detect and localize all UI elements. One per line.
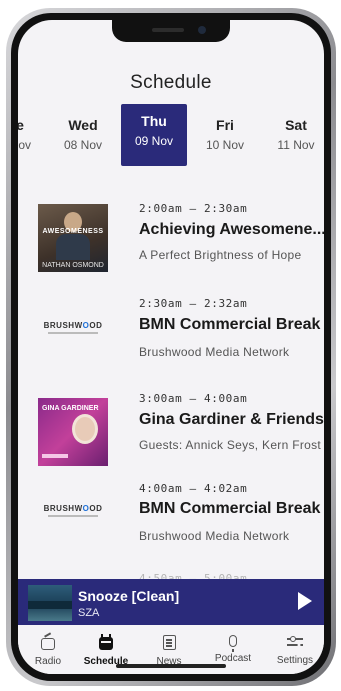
show-subtitle: Guests: Annick Seys, Kern Frost xyxy=(139,438,322,452)
show-time: 2:00am – 2:30am xyxy=(139,202,248,215)
show-time: 3:00am – 4:00am xyxy=(139,392,248,405)
thumbnail-caption: GINA GARDINER xyxy=(42,405,99,412)
show-subtitle: A Perfect Brightness of Hope xyxy=(139,248,302,262)
thumbnail-caption: NATHAN OSMOND xyxy=(42,262,104,269)
camera-icon xyxy=(198,26,206,34)
show-thumbnail: BRUSHWOOD xyxy=(38,293,108,361)
day-tab-sat[interactable]: Sat 11 Nov xyxy=(263,108,324,168)
show-title: Achieving Awesomene... xyxy=(139,221,324,238)
tab-label: Podcast xyxy=(214,653,252,664)
day-date: 09 Nov xyxy=(134,134,174,148)
day-date: 08 Nov xyxy=(63,138,103,152)
show-thumbnail: GINA GARDINER xyxy=(38,398,108,466)
calendar-icon xyxy=(99,634,113,650)
sliders-icon xyxy=(287,635,303,649)
phone-bezel: Schedule Tue 07 Nov Wed 08 Nov Thu 09 No… xyxy=(11,13,331,681)
day-name: Sat xyxy=(285,117,307,133)
speaker-grille xyxy=(152,28,184,32)
tab-radio[interactable]: Radio xyxy=(18,635,78,667)
show-title: Gina Gardiner & Friends xyxy=(139,411,324,428)
home-indicator xyxy=(116,664,226,668)
app-screen: Schedule Tue 07 Nov Wed 08 Nov Thu 09 No… xyxy=(18,20,324,674)
day-tab-wed[interactable]: Wed 08 Nov xyxy=(50,108,116,168)
tab-news[interactable]: News xyxy=(139,635,199,667)
phone-frame: Schedule Tue 07 Nov Wed 08 Nov Thu 09 No… xyxy=(6,8,336,686)
play-icon[interactable] xyxy=(298,592,312,610)
brushwood-logo: BRUSHWOOD xyxy=(43,504,103,513)
day-name: Wed xyxy=(68,117,98,133)
show-thumbnail: BRUSHWOOD xyxy=(38,476,108,544)
day-tab-fri[interactable]: Fri 10 Nov xyxy=(192,108,258,168)
tab-label: Settings xyxy=(276,655,314,666)
day-selector[interactable]: Tue 07 Nov Wed 08 Nov Thu 09 Nov Fri 10 … xyxy=(18,104,324,170)
show-time: 4:00am – 4:02am xyxy=(139,482,248,495)
show-time: 2:30am – 2:32am xyxy=(139,297,248,310)
show-title: BMN Commercial Break xyxy=(139,500,321,517)
day-name: Tue xyxy=(18,117,24,133)
tab-label: Radio xyxy=(34,656,62,667)
now-playing-bar[interactable]: Snooze [Clean] SZA xyxy=(18,579,324,625)
day-tab-thu[interactable]: Thu 09 Nov xyxy=(121,104,187,166)
page-title: Schedule xyxy=(130,72,212,93)
microphone-icon xyxy=(229,635,237,652)
day-date: 11 Nov xyxy=(277,138,315,152)
now-playing-title: Snooze [Clean] xyxy=(78,588,180,604)
day-name: Fri xyxy=(216,117,234,133)
show-subtitle: Brushwood Media Network xyxy=(139,529,290,543)
radio-icon xyxy=(41,638,55,650)
tab-podcast[interactable]: Podcast xyxy=(203,635,263,664)
news-icon xyxy=(162,635,176,650)
album-art xyxy=(28,585,72,621)
day-date: 07 Nov xyxy=(18,138,32,152)
brushwood-logo: BRUSHWOOD xyxy=(43,321,103,330)
day-tab-tue[interactable]: Tue 07 Nov xyxy=(18,108,45,168)
day-name: Thu xyxy=(141,113,167,129)
show-thumbnail: AWESOMENESS NATHAN OSMOND xyxy=(38,204,108,272)
show-subtitle: Brushwood Media Network xyxy=(139,345,290,359)
thumbnail-caption: AWESOMENESS xyxy=(42,228,104,235)
now-playing-artist: SZA xyxy=(78,607,100,619)
show-title: BMN Commercial Break xyxy=(139,316,321,333)
notch xyxy=(112,20,230,42)
tab-schedule[interactable]: Schedule xyxy=(76,634,136,667)
tab-settings[interactable]: Settings xyxy=(265,635,324,666)
day-date: 10 Nov xyxy=(205,138,245,152)
